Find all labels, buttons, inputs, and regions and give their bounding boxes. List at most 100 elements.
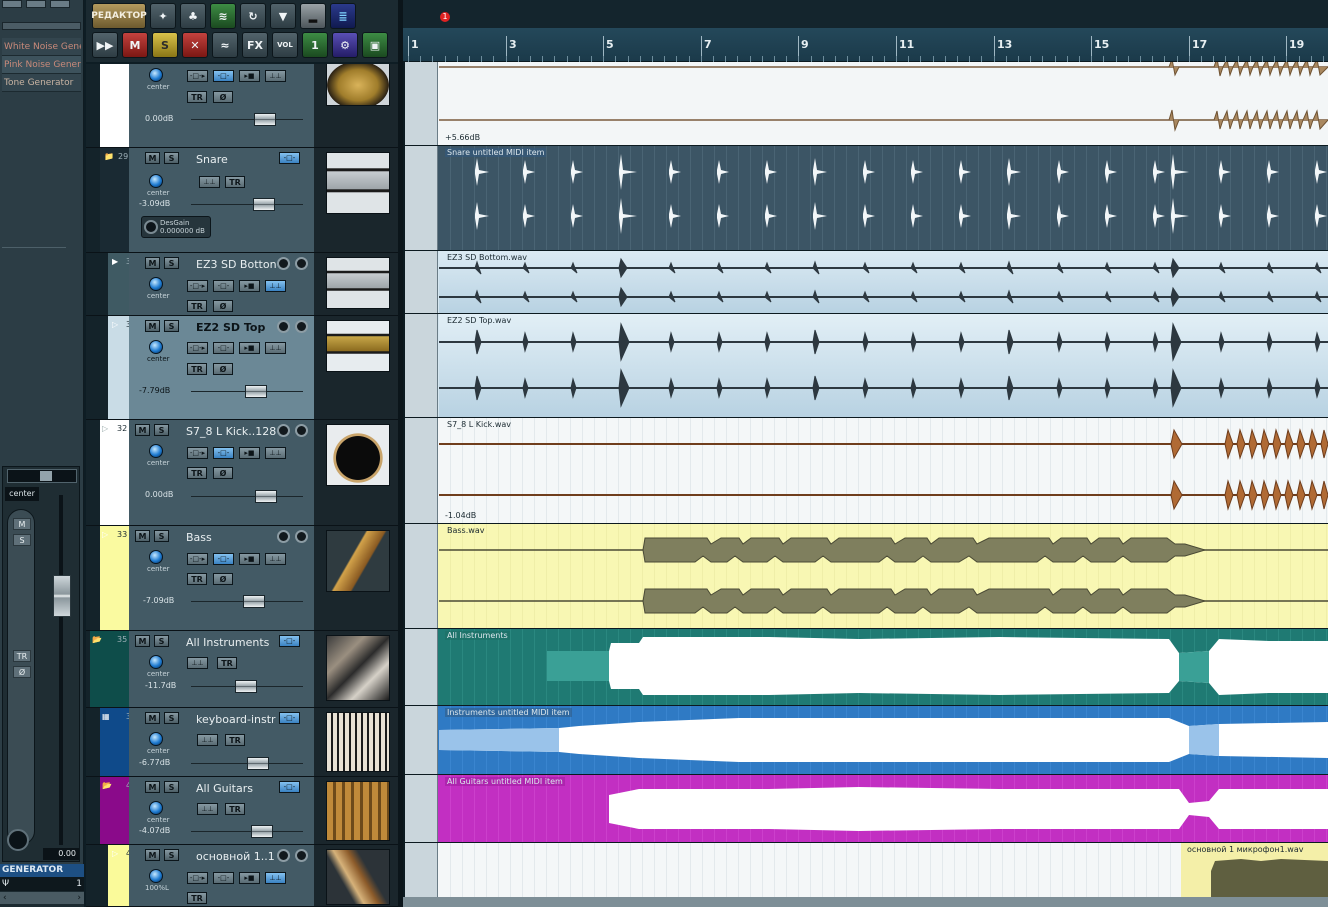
tr-button[interactable]: TR [187,573,207,585]
media-item[interactable]: Instruments untitled MIDI item [439,706,1328,774]
envelope-button[interactable]: ≈ [212,32,238,58]
volume-fader-handle[interactable] [253,198,275,211]
media-item[interactable]: S7_8 L Kick.wav -1.04dB [439,418,1328,523]
solo-button[interactable]: S [164,781,179,793]
track-name[interactable]: EZ3 SD Botton [196,258,276,271]
volume-fader-handle[interactable] [235,680,257,693]
pan-knob[interactable] [149,340,163,354]
envelope-button[interactable]: ⊥⊥ [199,176,220,188]
route-button[interactable]: -□- [279,781,300,793]
mute-button[interactable]: M [145,257,160,269]
pan-knob[interactable] [149,732,163,746]
filter-button[interactable]: ▼ [270,3,296,29]
solo-button[interactable]: S [154,424,169,436]
phase-button[interactable]: Ø [213,363,233,375]
solo-button[interactable]: S [164,257,179,269]
envelope-button[interactable]: ⊥⊥ [265,553,286,565]
pan-knob[interactable] [149,801,163,815]
rec-mode-button[interactable]: ▸■ [239,280,260,292]
track-name[interactable]: keyboard-instr [196,713,276,726]
speaker-icon[interactable] [295,257,308,270]
pan-knob[interactable] [149,174,163,188]
strip-mute-button[interactable]: M [13,518,31,530]
record-arm-icon[interactable] [277,320,290,333]
volume-fader-handle[interactable] [254,113,276,126]
strip-pan-slider[interactable] [7,469,77,483]
tr-button[interactable]: TR [225,734,245,746]
track-lanes[interactable]: +5.66dB Snare untitled MIDI item EZ3 SD … [403,62,1328,907]
volume-fader-handle[interactable] [245,385,267,398]
strip-solo-button[interactable]: S [13,534,31,546]
track-row[interactable]: center -□-▸ -□- ▸■ ⊥⊥ TR Ø 0.00dB [86,64,398,148]
record-arm-icon[interactable] [277,849,290,862]
track-name[interactable]: Bass [186,531,276,544]
color-button[interactable]: ▣ [362,32,388,58]
record-arm-icon[interactable] [277,530,290,543]
track-lane[interactable]: Instruments untitled MIDI item [403,706,1328,775]
track-row[interactable]: ▶ 30 M S EZ3 SD Botton center -□-▸ -□- ▸… [86,253,398,316]
strip-fader-handle[interactable] [53,575,71,617]
input-button[interactable]: -□-▸ [187,70,208,82]
fx-button[interactable]: FX [242,32,268,58]
mute-button[interactable]: M [145,781,160,793]
tr-button[interactable]: TR [225,803,245,815]
clear-button[interactable]: ✕ [182,32,208,58]
track-lane[interactable]: EZ3 SD Bottom.wav [403,251,1328,314]
volume-button[interactable]: VOL [272,32,298,58]
rec-mode-button[interactable]: ▸■ [239,342,260,354]
expand-arrow-icon[interactable]: ▶ [112,257,118,266]
pan-knob[interactable] [149,444,163,458]
generator-item-tone[interactable]: Tone Generator [2,74,81,92]
rec-mode-button[interactable]: ▸■ [239,553,260,565]
panel-search-field[interactable] [2,22,81,30]
mute-button[interactable]: M [135,424,150,436]
solo-button[interactable]: S [164,320,179,332]
envelope-button[interactable]: ⊥⊥ [265,70,286,82]
generator-item-pink-noise[interactable]: Pink Noise Genera [2,56,81,74]
input-button[interactable]: -□-▸ [187,342,208,354]
volume-fader-handle[interactable] [247,757,269,770]
track-row[interactable]: ▷ 33 M S Bass center -□-▸ -□- ▸■ ⊥⊥ TR Ø… [86,526,398,631]
input-button[interactable]: -□-▸ [187,447,208,459]
expand-arrow-icon[interactable]: ▷ [112,849,118,858]
route-button[interactable]: -□- [279,152,300,164]
track-lane[interactable]: +5.66dB [403,62,1328,146]
envelope-button[interactable]: ⊥⊥ [197,734,218,746]
track-name[interactable]: All Guitars [196,782,276,795]
rec-mode-button[interactable]: ▸■ [239,872,260,884]
solo-button[interactable]: S [164,712,179,724]
meter-button[interactable]: 1 [302,32,328,58]
track-name[interactable]: S7_8 L Kick..128 [186,425,276,438]
strip-tr-button[interactable]: TR [13,650,31,662]
phase-button[interactable]: Ø [213,573,233,585]
pan-knob[interactable] [149,277,163,291]
track-name[interactable]: All Instruments [186,636,278,649]
rec-mode-button[interactable]: ▸■ [239,70,260,82]
route-button[interactable]: -□- [213,872,234,884]
panel-button-a[interactable] [2,0,22,8]
tr-button[interactable]: TR [187,91,207,103]
tr-button[interactable]: TR [217,657,237,669]
arrange-view[interactable]: 1 1 3 5 7 9 11 13 15 17 19 +5.66dB Snare… [403,0,1328,907]
media-item[interactable]: +5.66dB [439,62,1328,145]
strip-phase-button[interactable]: Ø [13,666,31,678]
expand-arrow-icon[interactable]: ▷ [102,424,108,433]
route-button[interactable]: -□- [213,342,234,354]
generator-item-white-noise[interactable]: White Noise Gener [2,38,81,56]
mute-button[interactable]: M [135,635,150,647]
media-item[interactable]: основной 1 микрофон1.wav [439,843,1328,904]
routing-button[interactable]: ⚙ [332,32,358,58]
mute-button[interactable]: M [145,712,160,724]
folder-icon[interactable]: 📂 [102,781,112,790]
solo-button[interactable]: S [164,152,179,164]
mute-button[interactable]: M [135,530,150,542]
mute-button[interactable]: M [145,849,160,861]
track-name[interactable]: EZ2 SD Top [196,321,276,334]
phase-button[interactable]: Ø [213,467,233,479]
track-row[interactable]: 📂 45 M S All Guitars -□- center ⊥⊥ TR -4… [86,777,398,845]
media-item[interactable]: All Guitars untitled MIDI item [439,775,1328,842]
tr-button[interactable]: TR [225,176,245,188]
input-button[interactable]: -□-▸ [187,872,208,884]
route-button[interactable]: -□- [213,447,234,459]
media-item[interactable]: Bass.wav [439,524,1328,628]
